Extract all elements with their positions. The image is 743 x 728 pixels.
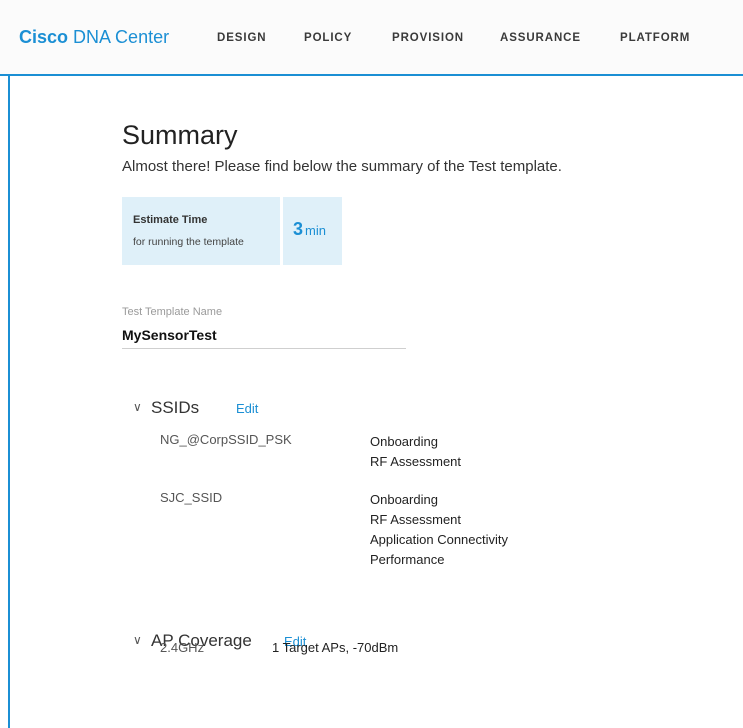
ssids-edit-link[interactable]: Edit [236,401,258,416]
chevron-down-icon: ∨ [133,400,142,414]
ssid-test-item: Onboarding [370,492,438,507]
estimate-time-unit: min [305,223,326,238]
ssids-section-toggle[interactable]: ∨ SSIDs [133,398,199,418]
ap-coverage-band: 2.4GHz [160,640,205,655]
estimate-time-label: Estimate Time [133,214,208,226]
nav-assurance[interactable]: ASSURANCE [500,32,581,44]
nav-provision[interactable]: PROVISION [392,32,464,44]
estimate-time-value: 3 [293,219,304,239]
ssids-heading: SSIDs [151,398,200,417]
ssid-name: NG_@CorpSSID_PSK [160,432,292,447]
template-name-value: MySensorTest [122,327,217,343]
nav-policy[interactable]: POLICY [304,32,352,44]
top-navigation-bar: Cisco DNA Center DESIGN POLICY PROVISION… [0,0,743,76]
ssid-test-item: Performance [370,552,445,567]
estimate-time-card: Estimate Time for running the template [122,197,280,265]
template-name-underline [122,348,406,349]
estimate-time-sublabel: for running the template [133,236,244,248]
page-title: Summary [122,120,238,150]
brand-cisco: Cisco [19,27,69,47]
app-logo[interactable]: Cisco DNA Center [19,27,169,48]
content-frame [8,0,743,728]
estimate-time-value-card: 3 min [283,197,342,265]
ssid-test-list: Onboarding RF Assessment Application Con… [370,490,508,570]
ssid-name: SJC_SSID [160,490,223,505]
chevron-down-icon: ∨ [133,633,142,647]
ssid-test-item: Application Connectivity [370,532,509,547]
page-subtitle: Almost there! Please find below the summ… [122,158,562,175]
brand-product: DNA Center [73,27,170,47]
ap-coverage-detail: 1 Target APs, -70dBm [272,640,399,655]
template-name-label: Test Template Name [122,306,223,318]
ssid-test-list: Onboarding RF Assessment [370,432,461,472]
ssid-test-item: Onboarding [370,434,438,449]
ssid-test-item: RF Assessment [370,512,462,527]
nav-platform[interactable]: PLATFORM [620,32,690,44]
nav-design[interactable]: DESIGN [217,32,267,44]
ssid-test-item: RF Assessment [370,454,462,469]
